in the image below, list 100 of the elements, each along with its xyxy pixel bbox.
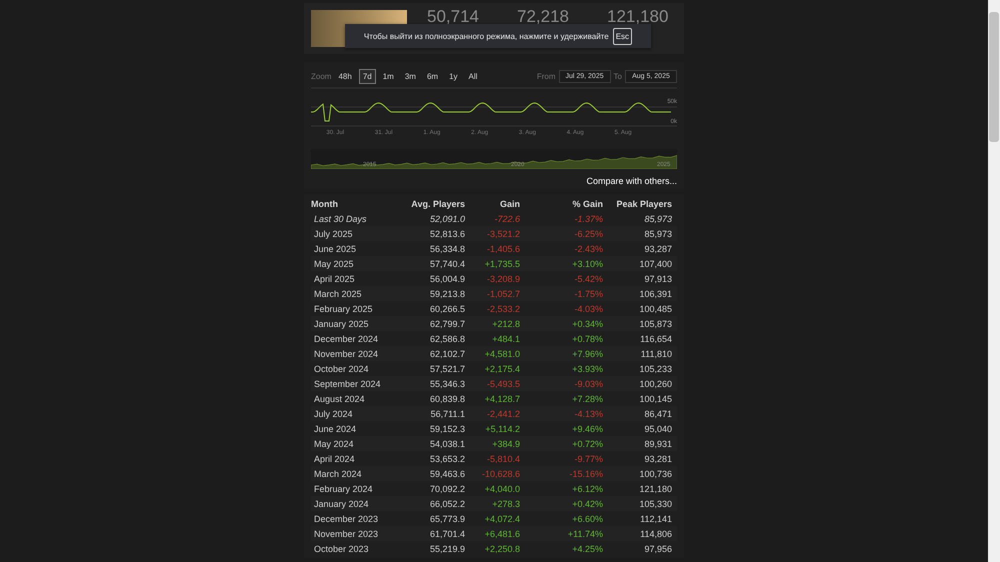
gain-cell-text: +5,114.2	[484, 424, 520, 434]
month-cell-text: May 2025	[313, 258, 355, 268]
table-cell-text: 55,346.3	[428, 378, 465, 388]
table-cell-text: 59,152.3	[428, 424, 465, 434]
table-cell-text: 85,973	[643, 228, 672, 238]
scrollbar-thumb[interactable]	[989, 12, 999, 142]
gain-cell-text: -2,533.2	[486, 304, 520, 314]
gain-cell-text: -10,628.6	[480, 468, 520, 478]
gain-cell-text: -5,493.5	[486, 378, 520, 388]
notice-text: Чтобы выйти из полноэкранного режима, нажмите и удерживайте	[364, 32, 609, 40]
column-header: Gain	[498, 198, 520, 208]
table-cell-text: 86,471	[643, 408, 672, 418]
gain-percent-cell-text: -6.25%	[573, 228, 603, 238]
zoom-label: Zoom	[311, 72, 332, 80]
table-cell-text: 100,736	[638, 468, 672, 478]
column-header: Peak Players	[615, 198, 672, 208]
table-cell-text: 105,330	[638, 498, 672, 508]
gain-percent-cell-text: +6.60%	[571, 514, 603, 524]
month-cell-text: Last 30 Days	[313, 214, 368, 224]
gain-percent-cell-text: +0.72%	[571, 438, 603, 448]
gain-percent-cell-text: +3.93%	[571, 364, 603, 374]
table-cell-text: 105,233	[638, 364, 672, 374]
table-cell-text: 60,839.8	[428, 394, 465, 404]
player-stat: 50,714	[427, 10, 480, 24]
month-cell-text: February 2025	[313, 304, 374, 314]
month-cell-text: April 2024	[313, 454, 356, 464]
gain-cell-text: +4,072.4	[484, 514, 520, 524]
gain-cell-text: -5,810.4	[486, 454, 520, 464]
zoom-button[interactable]: All	[464, 68, 482, 84]
table-cell-text: 65,773.9	[428, 514, 465, 524]
table-cell-text: 57,740.4	[428, 258, 465, 268]
table-cell-text: 56,334.8	[428, 244, 465, 254]
month-cell-text: January 2025	[313, 318, 370, 328]
gain-cell-text: +2,175.4	[484, 364, 520, 374]
month-cell-text: July 2024	[313, 408, 354, 418]
table-cell-text: 60,266.5	[428, 304, 465, 314]
gain-cell-text: +4,581.0	[484, 348, 520, 358]
table-cell-text: 52,813.6	[428, 228, 465, 238]
gain-percent-cell-text: -1.37%	[573, 214, 603, 224]
zoom-button[interactable]: 6m	[422, 68, 442, 84]
month-cell-text: March 2024	[313, 468, 363, 478]
table-cell-text: 112,141	[639, 514, 672, 524]
table-cell-text: 66,052.2	[428, 498, 465, 508]
gain-percent-cell-text: -2.43%	[573, 244, 603, 254]
gain-cell-text: +384.9	[491, 438, 520, 448]
zoom-button[interactable]: 48h	[334, 68, 356, 84]
table-cell-text: 106,391	[638, 288, 672, 298]
from-label: From	[536, 72, 556, 80]
table-cell-text: 55,219.9	[428, 544, 465, 554]
table-cell-text: 62,799.7	[428, 318, 465, 328]
month-cell-text: May 2024	[313, 438, 355, 448]
table-cell-text: 62,102.7	[428, 348, 465, 358]
table-cell-text: 114,806	[639, 528, 672, 538]
table-cell-text: 61,701.4	[428, 528, 465, 538]
player-stat: 72,218	[517, 10, 570, 24]
gain-cell-text: +484.1	[491, 334, 520, 344]
table-cell-text: 97,956	[643, 544, 672, 554]
table-cell-text: 121,180	[638, 484, 672, 494]
scrollbar[interactable]	[988, 0, 1000, 562]
gain-percent-cell-text: -5.42%	[573, 274, 603, 284]
compare-link[interactable]: Compare with others...	[586, 176, 677, 186]
table-cell-text: 53,653.2	[428, 454, 465, 464]
to-label: To	[614, 72, 622, 80]
table-cell-text: 62,586.8	[428, 334, 465, 344]
zoom-button[interactable]: 1y	[445, 68, 462, 84]
gain-percent-cell-text: -1.75%	[573, 288, 603, 298]
month-cell-text: October 2023	[313, 544, 370, 554]
gain-cell-text: +6,481.6	[484, 528, 520, 538]
zoom-button[interactable]: 7d	[358, 68, 376, 84]
month-cell-text: December 2023	[313, 514, 380, 524]
zoom-button[interactable]: 1m	[378, 68, 398, 84]
gain-percent-cell-text: -15.16%	[568, 468, 603, 478]
table-cell-text: 93,287	[643, 244, 672, 254]
gain-cell-text: +212.8	[491, 318, 520, 328]
table-cell-text: 100,260	[638, 378, 672, 388]
gain-percent-cell-text: -9.03%	[573, 378, 603, 388]
table-cell-text: 97,913	[643, 274, 672, 284]
month-cell-text: December 2024	[313, 334, 380, 344]
gain-percent-cell-text: +11.74%	[566, 528, 603, 538]
table-cell-text: 93,281	[643, 454, 672, 464]
gain-cell-text: -722.6	[493, 214, 520, 224]
gain-percent-cell-text: +9.46%	[571, 424, 603, 434]
gain-cell-text: -3,208.9	[486, 274, 520, 284]
table-cell-text: 85,973	[643, 214, 672, 224]
table-cell-text: 70,092.2	[428, 484, 465, 494]
gain-percent-cell-text: +0.78%	[571, 334, 603, 344]
table-cell-text: 100,145	[638, 394, 672, 404]
table-cell-text: 111,810	[640, 348, 672, 358]
gain-percent-cell-text: +4.25%	[571, 544, 603, 554]
table-cell-text: 57,521.7	[428, 364, 465, 374]
gain-cell-text: +1,735.5	[484, 258, 520, 268]
gain-cell-text: +2,250.8	[484, 544, 520, 554]
table-cell-text: 89,931	[643, 438, 672, 448]
gain-percent-cell-text: +7.28%	[571, 394, 603, 404]
month-cell-text: November 2023	[313, 528, 380, 538]
zoom-button[interactable]: 3m	[400, 68, 420, 84]
gain-cell-text: -3,521.2	[486, 228, 520, 238]
gain-percent-cell-text: +0.34%	[571, 318, 603, 328]
key-label: Esc	[612, 28, 632, 44]
table-cell-text: 59,463.6	[428, 468, 465, 478]
